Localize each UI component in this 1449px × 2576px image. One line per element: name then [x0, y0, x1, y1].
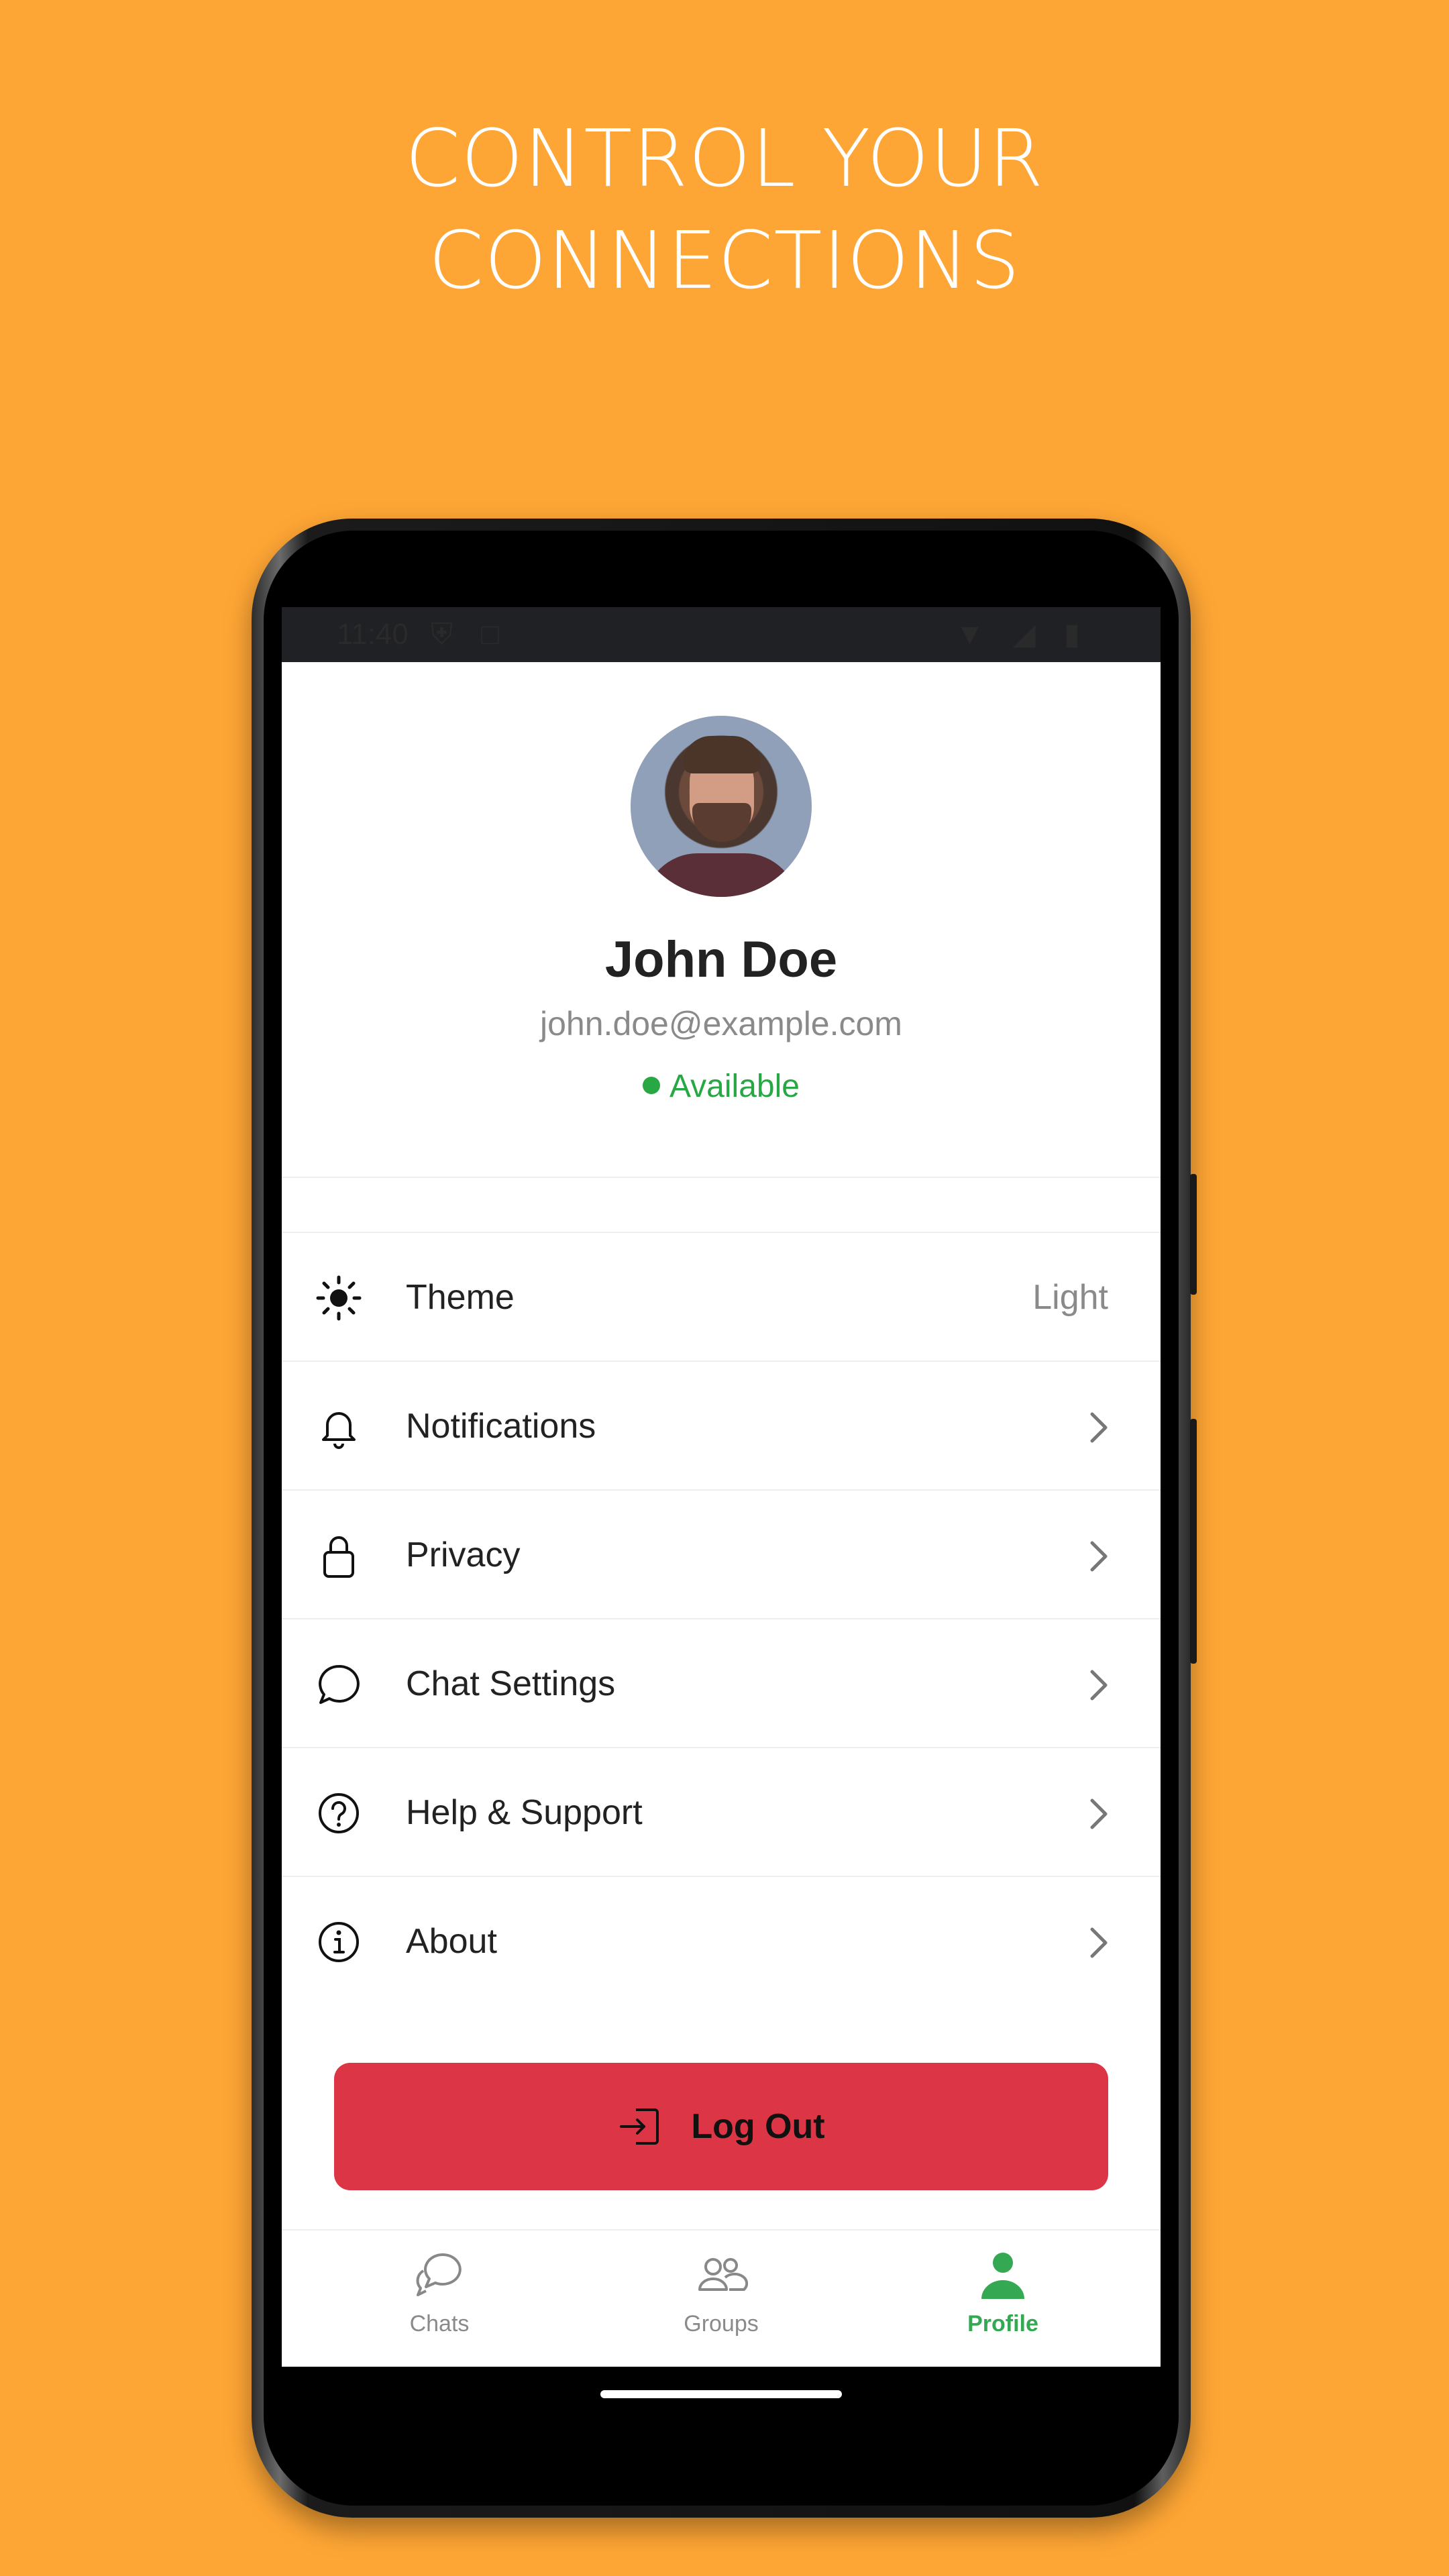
- section-gap: [282, 1178, 1161, 1232]
- menu-item-theme[interactable]: Theme Light: [282, 1233, 1161, 1362]
- volume-button: [1190, 1174, 1197, 1295]
- cast-icon: □: [481, 618, 499, 651]
- avatar-shirt: [644, 853, 798, 897]
- chevron-right-icon: [1090, 1927, 1108, 1958]
- menu-label-chat-settings: Chat Settings: [406, 1664, 616, 1703]
- logout-icon: [620, 2108, 659, 2145]
- tab-label-groups: Groups: [684, 2311, 759, 2337]
- status-label: Available: [669, 1069, 800, 1104]
- status-badge[interactable]: Available: [282, 1068, 1161, 1105]
- battery-icon: ▮: [1063, 618, 1080, 651]
- signal-icon: ◢: [1012, 618, 1036, 651]
- tab-groups[interactable]: Groups: [621, 2231, 822, 2367]
- menu-item-help-support[interactable]: Help & Support: [282, 1748, 1161, 1877]
- shield-icon: ⛨: [431, 618, 453, 651]
- profile-header: John Doe john.doe@example.com Available: [282, 662, 1161, 1179]
- home-indicator[interactable]: [600, 2390, 842, 2398]
- menu-item-notifications[interactable]: Notifications: [282, 1362, 1161, 1491]
- groups-icon: [698, 2258, 748, 2291]
- info-icon: [319, 1922, 359, 1962]
- tab-label-profile: Profile: [967, 2311, 1038, 2337]
- status-dot-icon: [643, 1077, 661, 1095]
- logout-button[interactable]: Log Out: [334, 2063, 1108, 2190]
- chevron-right-icon: [1090, 1412, 1108, 1443]
- menu-label-privacy: Privacy: [406, 1536, 521, 1574]
- bell-icon: [322, 1412, 356, 1449]
- theme-value: Light: [1032, 1278, 1108, 1317]
- status-bar: 11:40 ⛨ □ ▼ ◢ ▮: [282, 607, 1161, 662]
- menu-label-help-support: Help & Support: [406, 1793, 643, 1832]
- chevron-right-icon: [1090, 1799, 1108, 1829]
- avatar-hair: [683, 736, 761, 773]
- avatar-beard: [692, 803, 751, 842]
- tab-chats[interactable]: Chats: [339, 2231, 540, 2367]
- headline-line-2: CONNECTIONS: [428, 214, 1021, 307]
- status-icons-right: ▼ ◢ ▮: [955, 607, 1100, 662]
- sun-icon: [316, 1275, 362, 1321]
- lock-icon: [323, 1536, 354, 1578]
- menu-label-notifications: Notifications: [406, 1407, 596, 1446]
- settings-menu: Theme Light Notifications Privacy Chat S…: [282, 1233, 1161, 2006]
- profile-name: John Doe: [604, 931, 838, 988]
- headline-line-1: CONTROL YOUR: [405, 112, 1044, 205]
- profile-email: john.doe@example.com: [540, 1005, 902, 1042]
- tab-profile[interactable]: Profile: [902, 2231, 1104, 2367]
- app-screen: 11:40 ⛨ □ ▼ ◢ ▮ John Doe john.doe@exampl…: [282, 607, 1161, 2367]
- bottom-tab-bar: Chats Groups Profile: [282, 2229, 1161, 2367]
- power-button: [1190, 1419, 1197, 1664]
- avatar[interactable]: [631, 716, 812, 897]
- help-circle-icon: [319, 1793, 359, 1833]
- chevron-right-icon: [1090, 1541, 1108, 1572]
- logout-label: Log Out: [691, 2107, 825, 2146]
- tab-label-chats: Chats: [409, 2311, 470, 2337]
- chats-icon: [416, 2253, 462, 2296]
- menu-item-about[interactable]: About: [282, 1877, 1161, 2006]
- profile-icon: [981, 2253, 1024, 2299]
- chevron-right-icon: [1090, 1670, 1108, 1701]
- menu-item-chat-settings[interactable]: Chat Settings: [282, 1619, 1161, 1748]
- status-icons-left: ⛨ □: [431, 607, 519, 662]
- menu-label-about: About: [406, 1922, 497, 1961]
- menu-label-theme: Theme: [406, 1278, 515, 1317]
- status-time: 11:40: [337, 618, 409, 651]
- promo-headline: CONTROL YOUR CONNECTIONS: [0, 107, 1449, 311]
- chat-bubble-icon: [319, 1664, 360, 1704]
- wifi-icon: ▼: [955, 618, 985, 651]
- menu-item-privacy[interactable]: Privacy: [282, 1491, 1161, 1619]
